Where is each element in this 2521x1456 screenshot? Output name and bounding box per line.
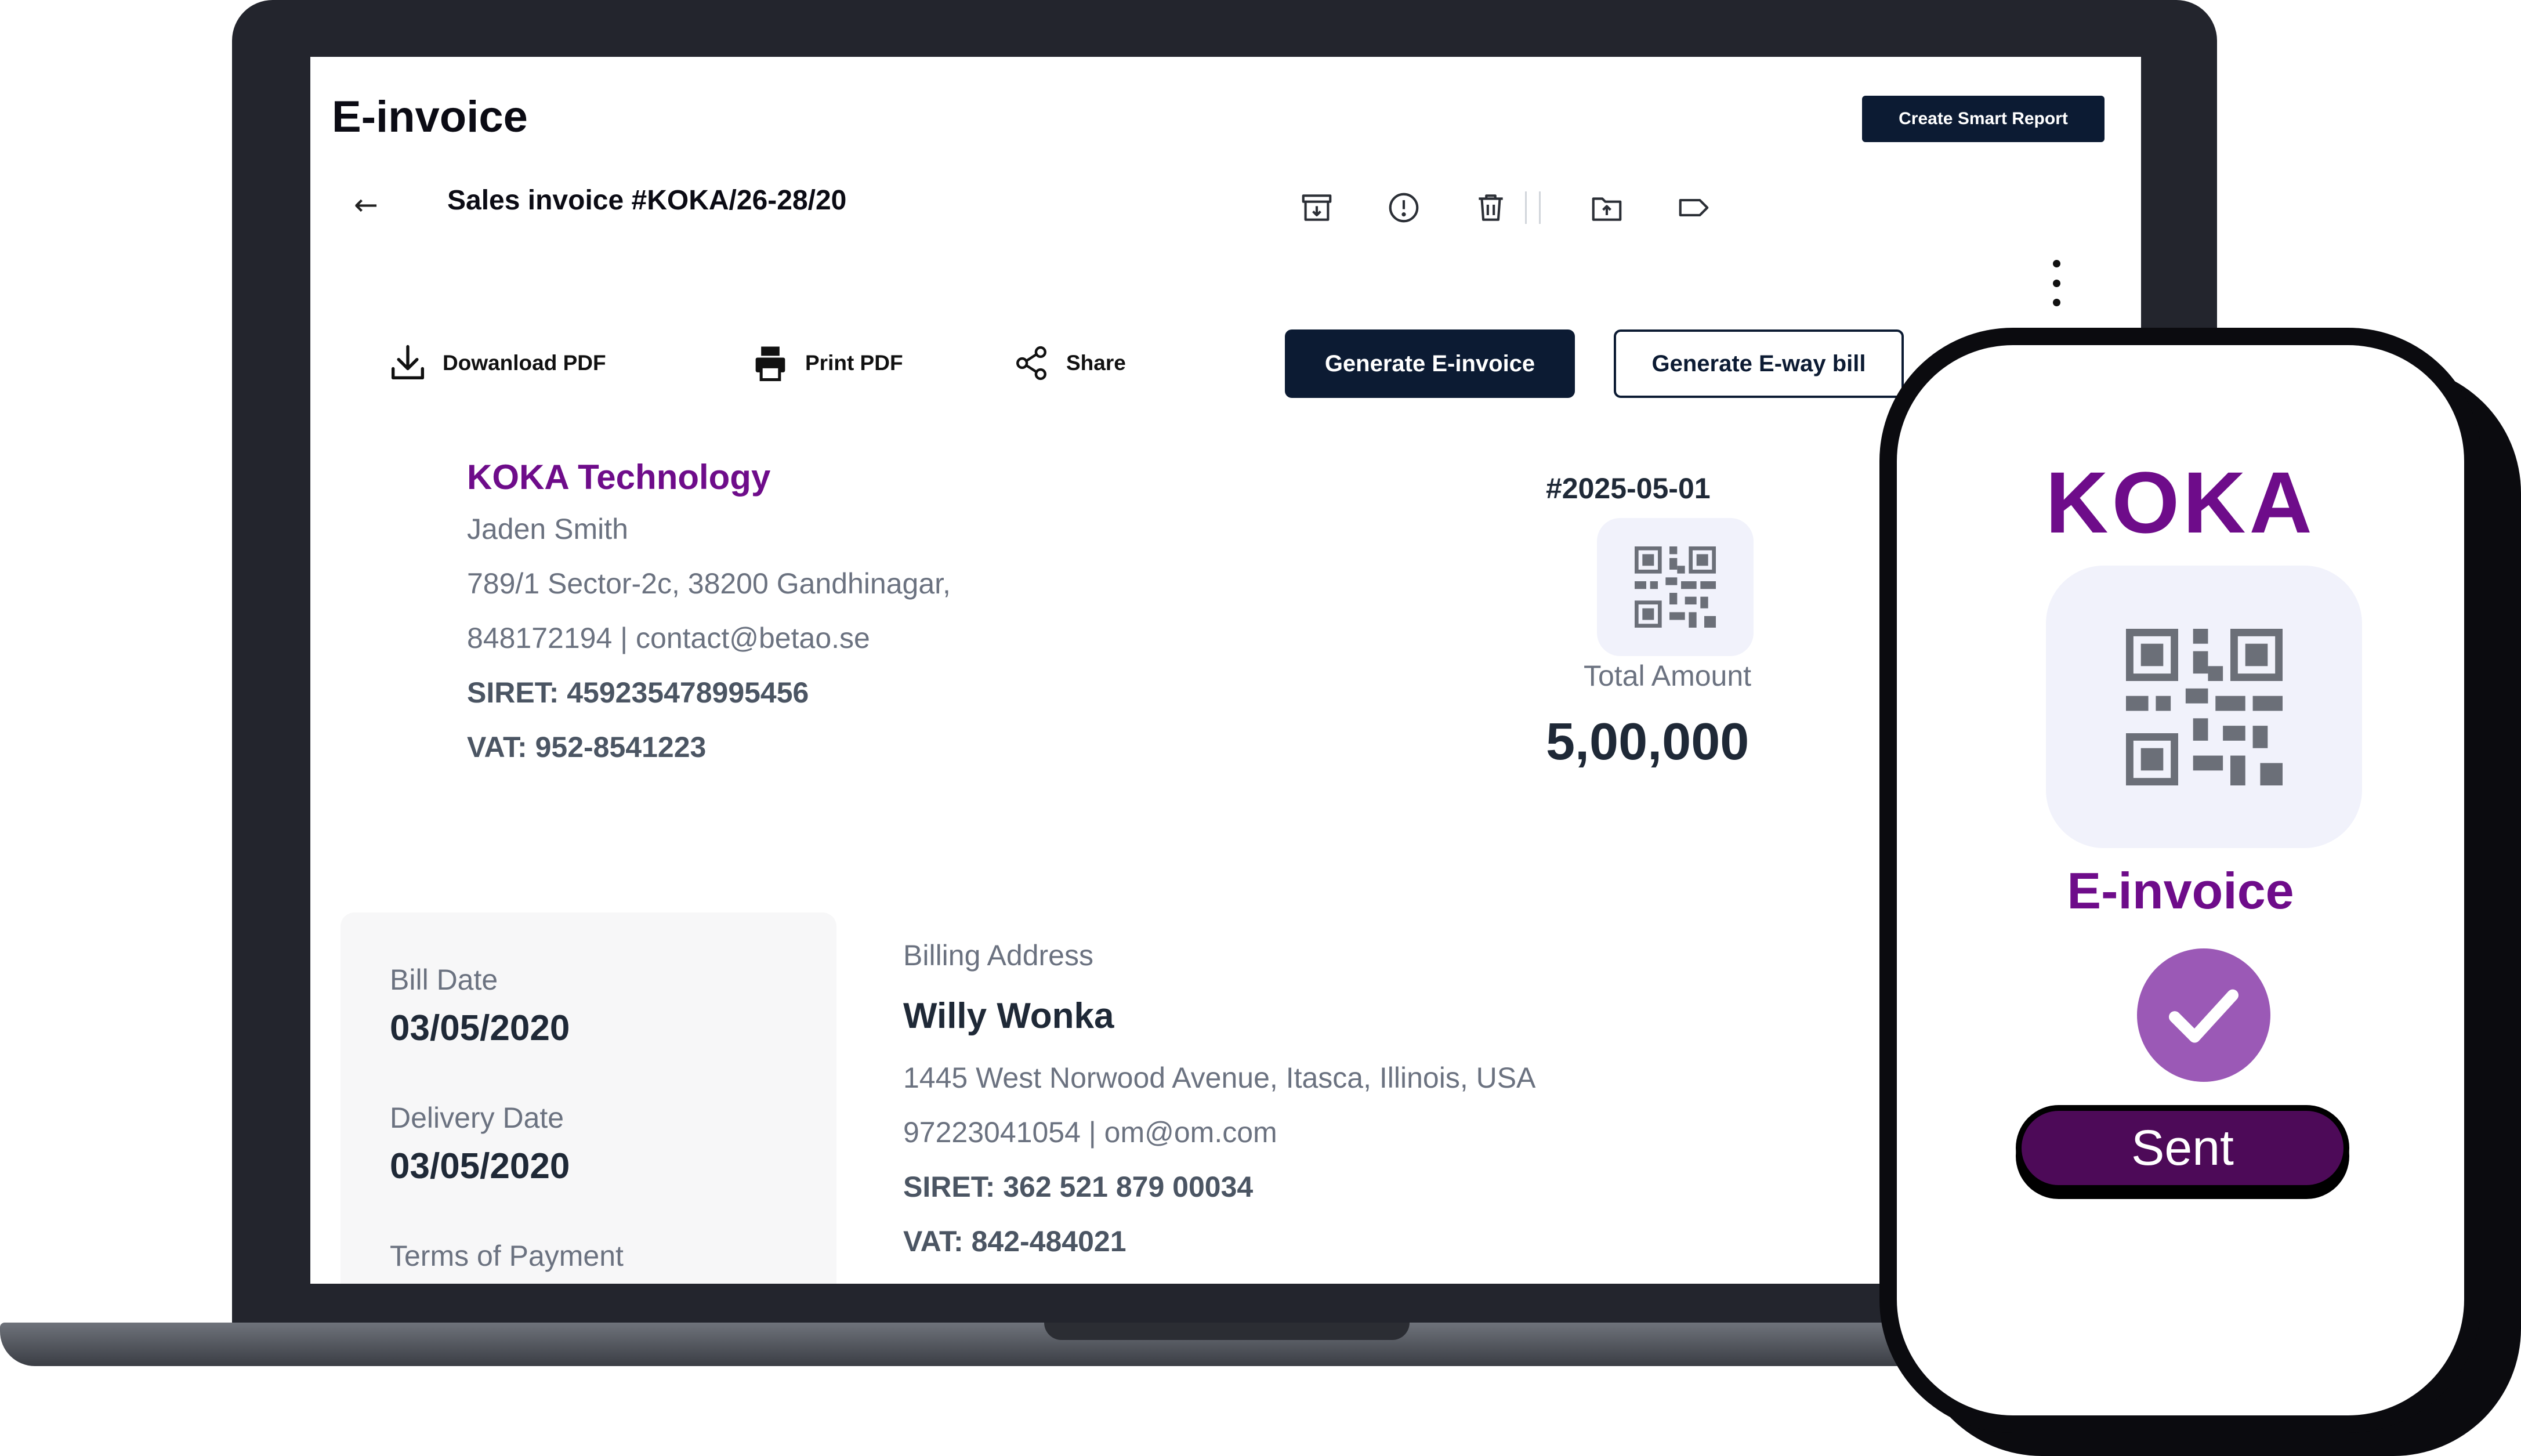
qr-code-icon bbox=[1597, 518, 1754, 656]
back-arrow-icon[interactable]: ← bbox=[349, 187, 383, 222]
delivery-date-label: Delivery Date bbox=[390, 1102, 564, 1134]
delivery-date-value: 03/05/2020 bbox=[390, 1146, 570, 1186]
trash-icon[interactable] bbox=[1470, 187, 1511, 228]
koka-logo: KOKA bbox=[2045, 454, 2316, 551]
billing-address-label: Billing Address bbox=[903, 939, 1093, 972]
download-pdf-button[interactable]: Dowanload PDF bbox=[386, 341, 606, 385]
sent-status-button[interactable]: Sent bbox=[2016, 1105, 2349, 1191]
qr-code-graphic bbox=[1635, 546, 1716, 628]
billing-street: 1445 West Norwood Avenue, Itasca, Illino… bbox=[903, 1062, 1536, 1094]
phone-screen: KOKA E-invoice Sent bbox=[1897, 345, 2464, 1415]
create-smart-report-button[interactable]: Create Smart Report bbox=[1862, 96, 2105, 142]
download-icon bbox=[391, 345, 425, 380]
toolbar-divider bbox=[1525, 191, 1527, 224]
billing-address: Billing Address Willy Wonka 1445 West No… bbox=[903, 939, 1535, 1279]
print-pdf-label: Print PDF bbox=[805, 351, 903, 375]
phone-frame: KOKA E-invoice Sent bbox=[1879, 328, 2482, 1433]
company-address: 789/1 Sector-2c, 38200 Gandhinagar, bbox=[467, 567, 951, 600]
printer-icon bbox=[755, 346, 785, 382]
laptop-notch bbox=[1044, 1323, 1410, 1340]
company-phone-email: 848172194 | contact@betao.se bbox=[467, 622, 870, 654]
company-contact: Jaden Smith bbox=[467, 513, 628, 545]
tag-icon[interactable] bbox=[1674, 187, 1714, 228]
company-siret: SIRET: 459235478995456 bbox=[467, 676, 809, 709]
share-button[interactable]: Share bbox=[1009, 341, 1126, 385]
total-amount-value: 5,00,000 bbox=[1546, 713, 1750, 771]
company-details: KOKA Technology Jaden Smith 789/1 Sector… bbox=[467, 457, 951, 785]
generate-eway-bill-button[interactable]: Generate E-way bill bbox=[1614, 329, 1904, 398]
toolbar-divider bbox=[1539, 191, 1541, 224]
billing-name: Willy Wonka bbox=[903, 996, 1114, 1036]
alert-icon[interactable] bbox=[1383, 187, 1424, 228]
company-name: KOKA Technology bbox=[467, 458, 771, 497]
check-icon bbox=[2137, 948, 2270, 1082]
total-amount-label: Total Amount bbox=[1584, 660, 1752, 692]
invoice-number: #2025-05-01 bbox=[1546, 472, 1711, 505]
more-options-icon[interactable] bbox=[2045, 254, 2068, 312]
invoice-title: Sales invoice #KOKA/26-28/20 bbox=[447, 185, 847, 216]
qr-code-large-graphic bbox=[2125, 628, 2283, 785]
phone-einvoice-label: E-invoice bbox=[2067, 862, 2294, 919]
download-pdf-label: Dowanload PDF bbox=[443, 351, 606, 375]
marketing-stage: E-invoice Create Smart Report ← Sales in… bbox=[0, 0, 2521, 1456]
print-pdf-button[interactable]: Print PDF bbox=[748, 341, 903, 385]
billing-phone-email: 97223041054 | om@om.com bbox=[903, 1116, 1277, 1149]
upload-folder-icon[interactable] bbox=[1587, 187, 1627, 228]
bill-date-value: 03/05/2020 bbox=[390, 1008, 570, 1048]
company-vat: VAT: 952-8541223 bbox=[467, 731, 707, 763]
generate-einvoice-button[interactable]: Generate E-invoice bbox=[1285, 329, 1575, 398]
qr-code-large-icon bbox=[2046, 566, 2362, 848]
share-label: Share bbox=[1066, 351, 1126, 375]
bill-date-label: Bill Date bbox=[390, 964, 498, 996]
share-icon bbox=[1016, 346, 1046, 381]
billing-siret: SIRET: 362 521 879 00034 bbox=[903, 1171, 1254, 1203]
billing-vat: VAT: 842-484021 bbox=[903, 1225, 1127, 1258]
dates-card: Bill Date 03/05/2020 Delivery Date 03/05… bbox=[341, 912, 836, 1284]
app-title: E-invoice bbox=[332, 92, 528, 142]
laptop-screen: E-invoice Create Smart Report ← Sales in… bbox=[310, 57, 2141, 1284]
archive-icon[interactable] bbox=[1296, 187, 1337, 228]
terms-of-payment-label: Terms of Payment bbox=[390, 1240, 624, 1272]
